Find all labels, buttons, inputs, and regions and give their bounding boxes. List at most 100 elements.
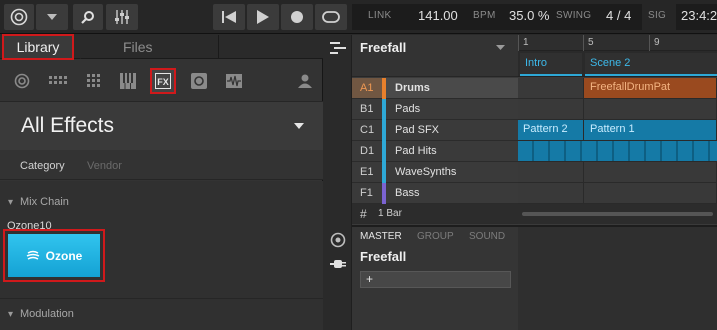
clip-slot[interactable] (518, 162, 584, 183)
plugin-tile-label: Ozone (45, 248, 83, 263)
group-name: WaveSynths (395, 166, 457, 178)
clip-pad-sfx-2[interactable]: Pattern 1 (584, 120, 717, 141)
clip-drums[interactable]: FreefallDrumPat (584, 78, 717, 99)
link-label[interactable]: LINK (368, 10, 391, 21)
user-content-button[interactable] (294, 70, 316, 92)
section-mix-chain[interactable]: Mix Chain (20, 196, 69, 208)
plugin-tile-frame[interactable]: Ozone (3, 229, 105, 282)
filter-groups-button[interactable] (47, 70, 69, 92)
group-letter-bg (352, 78, 382, 98)
clip-slot[interactable] (518, 183, 584, 204)
group-color (382, 182, 386, 204)
view-strip (324, 35, 352, 330)
ruler-label: 1 (523, 37, 529, 48)
group-letter: F1 (360, 187, 373, 199)
group-letter: E1 (360, 166, 374, 178)
signature-label: SIG (648, 10, 667, 21)
group-name: Pad Hits (395, 145, 437, 157)
horizontal-scrollbar[interactable] (518, 204, 717, 224)
plug-icon (330, 260, 346, 268)
search-button[interactable] (73, 4, 103, 30)
rewind-button[interactable] (213, 4, 245, 30)
timeline-ruler[interactable] (518, 35, 717, 51)
group-color (382, 77, 386, 99)
tab-divider (80, 35, 104, 59)
tab-separator (218, 35, 219, 59)
loop-button[interactable] (315, 4, 347, 30)
filter-all-button[interactable] (11, 70, 33, 92)
logo-button[interactable] (4, 4, 34, 30)
play-icon (257, 10, 269, 24)
arranger-view-button[interactable] (330, 41, 346, 58)
group-row-d1[interactable]: D1 Pad Hits (352, 140, 518, 162)
filter-effects-button[interactable]: FX (150, 68, 176, 94)
maschine-logo-icon (10, 8, 28, 26)
clip-slot[interactable] (518, 99, 584, 120)
category-tab[interactable]: Category (20, 160, 65, 172)
chevron-down-icon (496, 45, 505, 50)
clip-slot[interactable] (584, 162, 717, 183)
chevron-down-icon: ▾ (8, 197, 14, 208)
mixer-toggle-button[interactable] (106, 4, 138, 30)
clip-pad-hits[interactable] (518, 141, 717, 162)
tab-library[interactable]: Library (2, 34, 74, 60)
record-button[interactable] (281, 4, 313, 30)
ruler-tick (518, 35, 519, 51)
scrollbar-thumb[interactable] (522, 212, 713, 216)
sliders-icon (115, 10, 129, 24)
clip-slot[interactable] (584, 99, 717, 120)
clip-slot[interactable] (584, 183, 717, 204)
group-name: Drums (395, 82, 430, 94)
scene-intro[interactable]: Intro (520, 53, 582, 76)
swing-label: SWING (556, 10, 592, 21)
add-plugin-slot[interactable]: + (360, 271, 511, 288)
clip-slot[interactable] (518, 78, 584, 99)
group-color (382, 119, 386, 141)
fx-icon: FX (155, 73, 171, 89)
ruler-tick (649, 35, 650, 51)
signature-value[interactable]: 4 / 4 (606, 8, 631, 23)
pad-grid-icon (87, 74, 100, 87)
filter-loops-button[interactable] (188, 70, 210, 92)
section-modulation[interactable]: Modulation (20, 308, 74, 320)
tab-sound[interactable]: SOUND (469, 231, 505, 242)
swing-value[interactable]: 35.0 % (509, 8, 549, 23)
group-row-b1[interactable]: B1 Pads (352, 98, 518, 120)
vendor-tab[interactable]: Vendor (87, 160, 122, 172)
loop-icon (322, 11, 340, 23)
tab-group[interactable]: GROUP (417, 231, 454, 242)
scene-2[interactable]: Scene 2 (585, 53, 717, 76)
svg-text:FX: FX (157, 77, 169, 87)
filter-instruments-button[interactable] (117, 70, 139, 92)
tab-master[interactable]: MASTER (360, 231, 402, 242)
channel-title: Freefall (360, 249, 407, 264)
tempo-value[interactable]: 141.00 (418, 8, 458, 23)
group-row-c1[interactable]: C1 Pad SFX (352, 119, 518, 141)
ruler-label: 9 (654, 37, 660, 48)
filter-samples-button[interactable] (223, 70, 245, 92)
group-row-f1[interactable]: F1 Bass (352, 182, 518, 204)
group-name: Pads (395, 103, 421, 115)
group-row-e1[interactable]: E1 WaveSynths (352, 161, 518, 183)
group-grid-icon (49, 76, 67, 84)
pattern-length-row[interactable]: # 1 Bar (352, 204, 518, 224)
chevron-down-icon: ▾ (8, 309, 14, 320)
clip-pad-sfx-1[interactable]: Pattern 2 (518, 120, 584, 141)
plugin-view-button[interactable] (330, 257, 346, 274)
group-letter: C1 (360, 124, 375, 136)
browser-panel: Library Files FX All Effects Category Ve… (0, 34, 323, 330)
tab-files[interactable]: Files (123, 35, 193, 59)
arranger-panel: Freefall 1 5 9 Intro Scene 2 A1 Drums B1… (324, 35, 717, 330)
pattern-length: 1 Bar (378, 208, 402, 219)
menu-button[interactable] (36, 4, 68, 30)
group-color (382, 161, 386, 183)
filter-sounds-button[interactable] (83, 70, 105, 92)
play-button[interactable] (247, 4, 279, 30)
divider (0, 298, 323, 299)
piano-icon (120, 73, 136, 89)
group-letter: D1 (360, 145, 375, 157)
maschine-logo-icon (14, 73, 30, 89)
editor-area (518, 227, 717, 330)
mixer-view-button[interactable] (330, 232, 346, 251)
plugin-tile[interactable]: Ozone (8, 234, 100, 277)
